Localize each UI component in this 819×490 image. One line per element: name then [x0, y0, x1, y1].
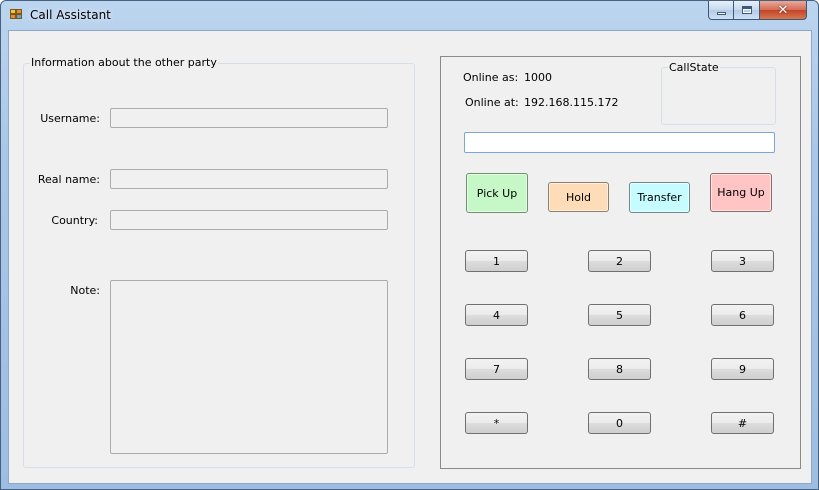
transfer-button[interactable]: Transfer — [629, 182, 690, 213]
realname-label: Real name: — [37, 173, 100, 186]
keypad-key-4[interactable]: 4 — [465, 304, 528, 326]
username-label: Username: — [40, 112, 100, 125]
caption-buttons: ✕ — [708, 1, 812, 21]
callstate-groupbox: CallState — [661, 61, 776, 125]
hangup-button[interactable]: Hang Up — [710, 173, 772, 212]
callstate-legend: CallState — [668, 61, 720, 74]
realname-field[interactable] — [110, 169, 388, 189]
minimize-icon — [716, 11, 726, 15]
minimize-button[interactable] — [708, 1, 734, 20]
keypad-key-star[interactable]: * — [465, 412, 528, 434]
keypad-key-0[interactable]: 0 — [588, 412, 651, 434]
online-at-label: Online at: — [465, 96, 519, 109]
keypad-key-8[interactable]: 8 — [588, 358, 651, 380]
note-label: Note: — [70, 284, 100, 297]
main-window: Call Assistant ✕ Information about the o… — [0, 0, 819, 490]
close-icon: ✕ — [777, 2, 789, 18]
online-as-label: Online as: — [463, 71, 519, 84]
country-field[interactable] — [110, 210, 388, 230]
keypad-key-hash[interactable]: # — [711, 412, 774, 434]
online-at-value: 192.168.115.172 — [524, 96, 619, 109]
close-button[interactable]: ✕ — [760, 1, 807, 20]
keypad-key-5[interactable]: 5 — [588, 304, 651, 326]
window-title: Call Assistant — [30, 8, 111, 22]
title-bar[interactable]: Call Assistant ✕ — [1, 1, 818, 29]
keypad-key-6[interactable]: 6 — [711, 304, 774, 326]
phone-panel: Online as: 1000 Online at: 192.168.115.1… — [440, 56, 801, 469]
maximize-icon — [741, 6, 752, 14]
other-party-groupbox: Information about the other party Userna… — [23, 56, 415, 468]
keypad-key-7[interactable]: 7 — [465, 358, 528, 380]
pickup-button[interactable]: Pick Up — [466, 173, 528, 213]
keypad-key-3[interactable]: 3 — [711, 250, 774, 272]
keypad-key-9[interactable]: 9 — [711, 358, 774, 380]
client-area: Information about the other party Userna… — [8, 30, 812, 484]
note-textarea[interactable] — [110, 280, 388, 454]
hold-button[interactable]: Hold — [548, 182, 609, 212]
app-icon — [10, 9, 24, 21]
dial-number-input[interactable] — [464, 132, 775, 153]
keypad-key-2[interactable]: 2 — [588, 250, 651, 272]
maximize-button[interactable] — [734, 1, 760, 20]
keypad-key-1[interactable]: 1 — [465, 250, 528, 272]
other-party-legend: Information about the other party — [30, 56, 218, 69]
username-field[interactable] — [110, 108, 388, 128]
online-as-value: 1000 — [524, 71, 552, 84]
country-label: Country: — [51, 214, 98, 227]
